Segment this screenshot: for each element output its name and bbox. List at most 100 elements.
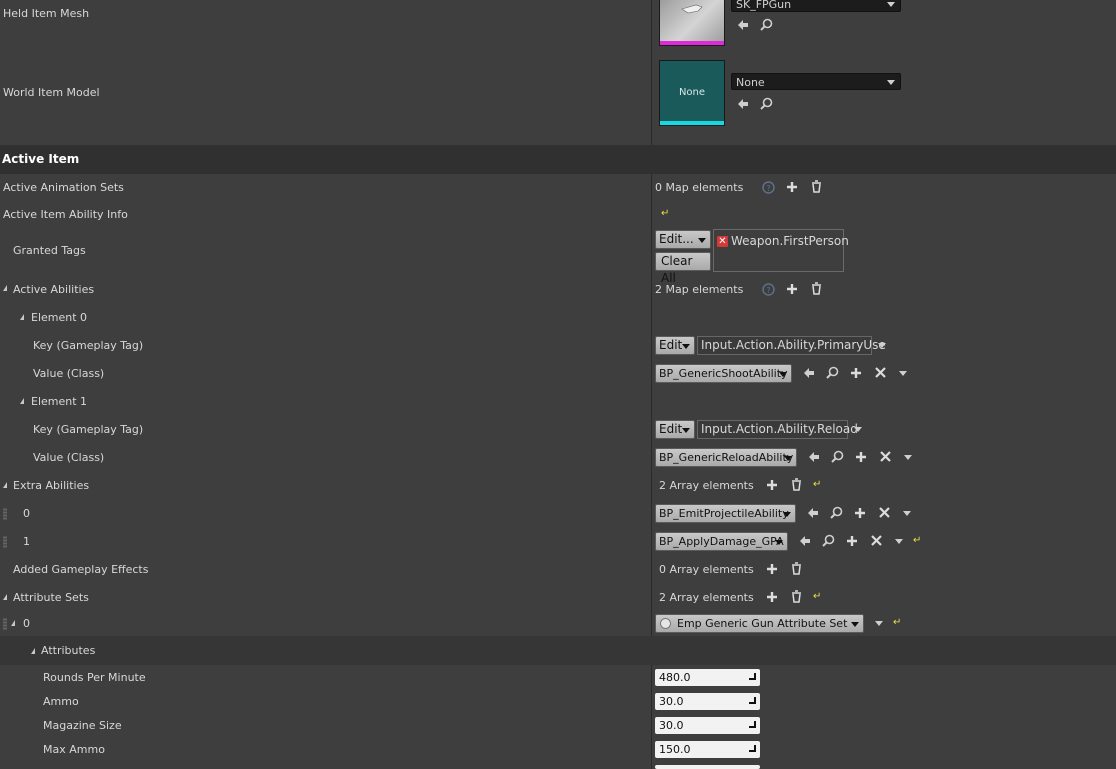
search-icon[interactable] <box>822 534 835 547</box>
plus-icon[interactable] <box>850 367 862 379</box>
extra-ability-1-dropdown[interactable]: BP_ApplyDamage_GPA <box>655 532 788 551</box>
reset-arrow-icon[interactable]: ↵ <box>661 209 669 219</box>
trash-icon[interactable] <box>791 590 802 603</box>
extra-abilities-count: 2 Array elements <box>659 479 754 492</box>
active-animation-sets-label: Active Animation Sets <box>3 181 124 194</box>
close-icon[interactable] <box>879 507 890 518</box>
next-attribute-input[interactable] <box>655 765 760 769</box>
plus-icon[interactable] <box>846 535 858 547</box>
close-icon[interactable] <box>880 451 891 462</box>
expand-arrow-icon[interactable] <box>3 594 7 600</box>
search-icon[interactable] <box>760 18 773 31</box>
search-icon[interactable] <box>830 506 843 519</box>
chevron-down-icon <box>887 2 895 7</box>
element-0-key-label: Key (Gameplay Tag) <box>33 339 144 352</box>
ammo-input[interactable]: 30.0 <box>655 693 760 710</box>
magazine-size-input[interactable]: 30.0 <box>655 717 760 734</box>
close-icon[interactable] <box>875 367 886 378</box>
attribute-set-0-dropdown[interactable]: Emp Generic Gun Attribute Set <box>655 614 864 633</box>
reset-arrow-icon[interactable]: ↵ <box>913 536 921 546</box>
ammo-label: Ammo <box>43 695 79 708</box>
row-element-1[interactable]: Element 1 <box>0 388 1116 416</box>
max-ammo-input[interactable]: 150.0 <box>655 741 760 758</box>
section-active-item[interactable]: Active Item <box>0 145 1116 174</box>
edit-tags-button[interactable]: Edit... <box>655 230 711 249</box>
held-item-mesh-dropdown[interactable]: SK_FPGun <box>731 0 901 12</box>
reset-arrow-icon[interactable]: ↵ <box>813 480 821 490</box>
search-icon[interactable] <box>760 97 773 110</box>
resize-icon <box>749 745 756 752</box>
plus-icon[interactable] <box>766 591 778 603</box>
drag-handle-icon[interactable] <box>3 508 7 520</box>
search-icon[interactable] <box>831 450 844 463</box>
help-icon[interactable]: ? <box>762 181 775 194</box>
arrow-left-icon[interactable] <box>807 507 819 519</box>
reset-arrow-icon[interactable]: ↵ <box>813 592 821 602</box>
expand-arrow-icon[interactable] <box>3 482 7 488</box>
row-active-abilities[interactable]: Active Abilities 2 Map elements ? <box>0 276 1116 304</box>
help-icon[interactable]: ? <box>762 283 775 296</box>
mesh-thumbnail[interactable] <box>659 0 725 46</box>
arrow-left-icon[interactable] <box>737 98 749 110</box>
drag-handle-icon[interactable] <box>3 618 7 630</box>
arrow-left-icon[interactable] <box>799 535 811 547</box>
row-extra-abilities[interactable]: Extra Abilities 2 Array elements ↵ <box>0 472 1116 500</box>
world-item-model-dropdown[interactable]: None <box>731 73 901 90</box>
chevron-down-icon[interactable] <box>903 511 911 516</box>
element-1-class-dropdown[interactable]: BP_GenericReloadAbility <box>655 448 797 467</box>
search-icon[interactable] <box>826 366 839 379</box>
edit-tag-button[interactable]: Edit <box>655 420 695 439</box>
edit-tag-button[interactable]: Edit <box>655 336 695 355</box>
plus-icon[interactable] <box>786 283 798 295</box>
granted-tags-box: ✕ Weapon.FirstPerson <box>713 229 849 272</box>
chevron-down-icon[interactable] <box>878 343 886 348</box>
chevron-down-icon[interactable] <box>875 621 883 626</box>
row-granted-tags: Granted Tags Edit... Clear All ✕ Weapon.… <box>0 227 1116 285</box>
struct-icon <box>660 618 671 629</box>
arrow-left-icon[interactable] <box>803 367 815 379</box>
magazine-size-value: 30.0 <box>659 719 684 732</box>
plus-icon[interactable] <box>786 181 798 193</box>
plus-icon[interactable] <box>766 479 778 491</box>
drag-handle-icon[interactable] <box>3 536 7 548</box>
chevron-down-icon[interactable] <box>899 371 907 376</box>
row-attribute-set-0[interactable]: 0 Emp Generic Gun Attribute Set ↵ <box>0 612 1116 636</box>
plus-icon[interactable] <box>855 451 867 463</box>
tag-remove-icon[interactable]: ✕ <box>717 236 728 247</box>
chevron-down-icon[interactable] <box>895 539 903 544</box>
plus-icon[interactable] <box>854 507 866 519</box>
trash-icon[interactable] <box>811 180 822 193</box>
element-0-class-dropdown[interactable]: BP_GenericShootAbility <box>655 364 792 383</box>
reset-arrow-icon[interactable]: ↵ <box>893 618 901 628</box>
chevron-down-icon[interactable] <box>904 455 912 460</box>
extra-ability-0-dropdown[interactable]: BP_EmitProjectileAbility <box>655 504 796 523</box>
section-title: Active Item <box>2 152 80 166</box>
chevron-down-icon <box>682 344 690 349</box>
attributes-label: Attributes <box>41 644 96 657</box>
expand-arrow-icon[interactable] <box>31 648 35 654</box>
arrow-left-icon[interactable] <box>808 451 820 463</box>
element-1-class-value: BP_GenericReloadAbility <box>659 451 794 464</box>
expand-arrow-icon[interactable] <box>20 314 24 320</box>
expand-arrow-icon[interactable] <box>20 398 24 404</box>
expand-arrow-icon[interactable] <box>3 285 7 291</box>
expand-arrow-icon[interactable] <box>11 620 15 626</box>
clear-all-button[interactable]: Clear All <box>655 252 711 285</box>
close-icon[interactable] <box>871 535 882 546</box>
row-attribute-sets[interactable]: Attribute Sets 2 Array elements ↵ <box>0 584 1116 612</box>
arrow-left-icon[interactable] <box>737 19 749 31</box>
held-item-mesh-value: SK_FPGun <box>736 0 792 11</box>
element-1-tag[interactable]: Input.Action.Ability.Reload <box>697 420 858 439</box>
chevron-down-icon[interactable] <box>854 427 862 432</box>
rounds-per-minute-input[interactable]: 480.0 <box>655 669 760 686</box>
trash-icon[interactable] <box>791 562 802 575</box>
trash-icon[interactable] <box>791 478 802 491</box>
section-attributes[interactable]: Attributes <box>0 636 1116 665</box>
world-item-thumbnail[interactable]: None <box>659 60 725 126</box>
extra-ability-1-value: BP_ApplyDamage_GPA <box>659 535 784 548</box>
element-0-tag[interactable]: Input.Action.Ability.PrimaryUse <box>697 336 886 355</box>
plus-icon[interactable] <box>766 563 778 575</box>
trash-icon[interactable] <box>811 282 822 295</box>
row-element-0[interactable]: Element 0 <box>0 304 1116 332</box>
chevron-down-icon <box>682 428 690 433</box>
